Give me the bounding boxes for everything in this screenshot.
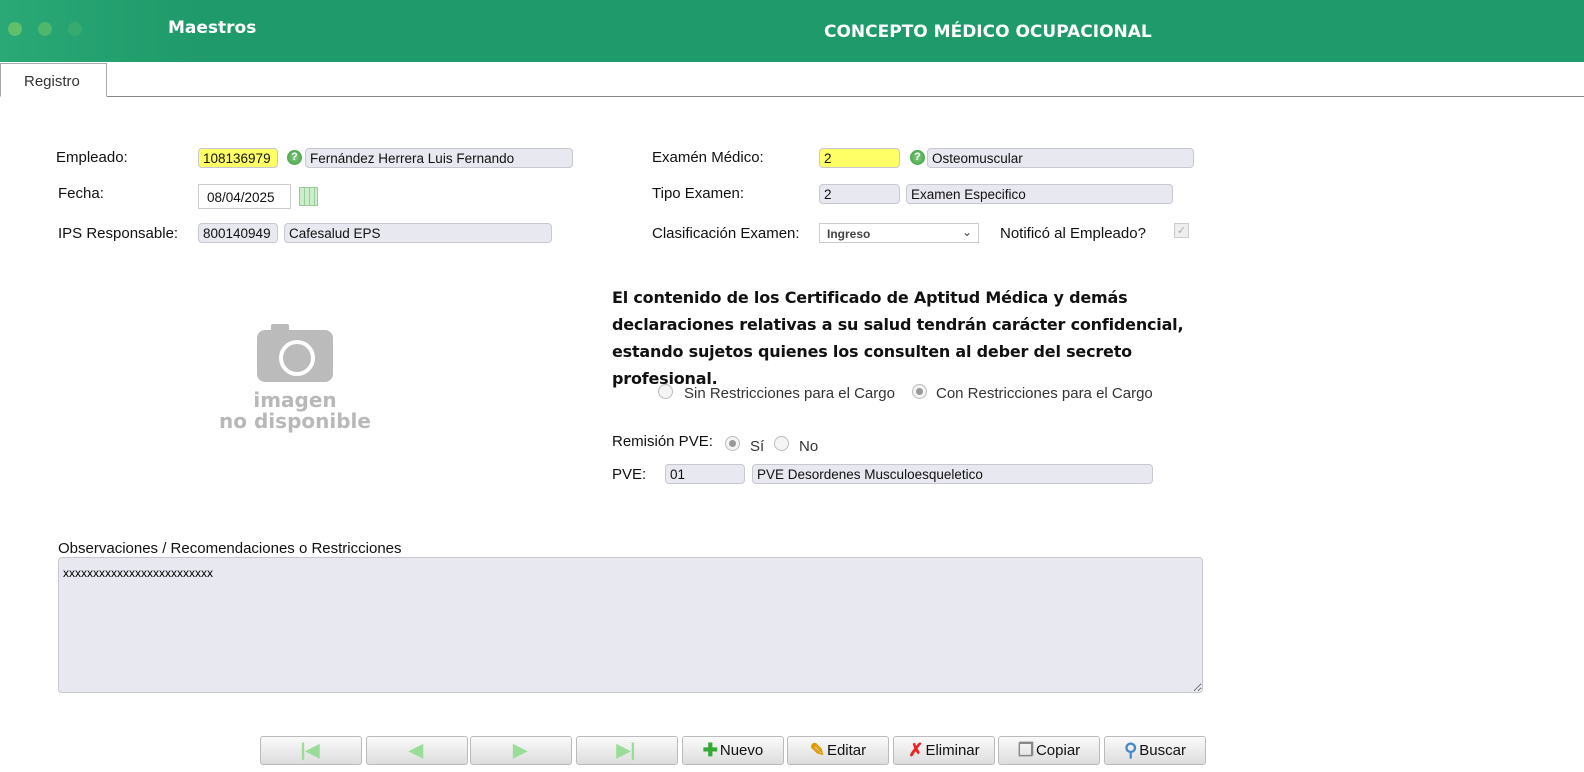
pve-label: PVE: (612, 466, 647, 483)
tab-divider (0, 96, 1584, 97)
tipo-label: Tipo Examen: (652, 185, 744, 202)
examen-name-field: Osteomuscular (927, 148, 1194, 168)
editar-button[interactable]: ✎ Editar (787, 736, 889, 765)
eliminar-label: Eliminar (925, 742, 980, 759)
observaciones-textarea[interactable]: xxxxxxxxxxxxxxxxxxxxxxxxx (58, 557, 1203, 693)
pve-name-field: PVE Desordenes Musculoesqueletico (752, 464, 1153, 484)
section-title: Maestros (168, 18, 257, 38)
notifico-checkbox[interactable]: ✓ (1174, 223, 1189, 238)
page-title: CONCEPTO MÉDICO OCUPACIONAL (824, 22, 1152, 42)
no-image-line2: no disponible (219, 409, 371, 433)
con-restricciones-label: Con Restricciones para el Cargo (936, 385, 1153, 402)
previous-record-button[interactable]: ◀ (366, 736, 468, 765)
remision-label: Remisión PVE: (612, 433, 713, 450)
nuevo-label: Nuevo (719, 742, 764, 759)
tipo-code-input[interactable]: 2 (819, 184, 900, 204)
arrow-left-icon: ◀ (409, 740, 423, 760)
no-image-placeholder: imagen no disponible (210, 324, 380, 433)
fecha-label: Fecha: (58, 185, 104, 202)
remision-si-radio[interactable] (725, 436, 740, 451)
clasificacion-select[interactable]: Ingreso ⌄ (819, 223, 979, 243)
help-icon[interactable]: ? (910, 150, 925, 165)
arrow-right-icon: ▶ (513, 740, 527, 760)
calendar-icon[interactable] (299, 187, 318, 206)
copy-icon: ❐ (1017, 740, 1034, 760)
no-image-line1: imagen (253, 388, 337, 412)
clasificacion-label: Clasificación Examen: (652, 225, 800, 242)
x-icon: ✗ (908, 740, 924, 760)
tipo-name-field: Examen Especifico (906, 184, 1173, 204)
examen-code-input[interactable]: 2 (819, 148, 900, 168)
confidentiality-notice: El contenido de los Certificado de Aptit… (612, 288, 1184, 388)
tab-registro[interactable]: Registro (0, 63, 107, 97)
pencil-icon: ✎ (809, 740, 825, 760)
next-record-button[interactable]: ▶ (470, 736, 572, 765)
con-restricciones-radio[interactable] (912, 384, 927, 399)
remision-si-label: Sí (750, 438, 765, 455)
help-icon[interactable]: ? (287, 150, 302, 165)
sin-restricciones-label: Sin Restricciones para el Cargo (684, 385, 895, 402)
copiar-button[interactable]: ❐ Copiar (998, 736, 1100, 765)
pve-code-input[interactable]: 01 (665, 464, 745, 484)
remision-no-radio[interactable] (774, 436, 789, 451)
last-record-button[interactable]: ▶| (576, 736, 678, 765)
editar-label: Editar (826, 742, 867, 759)
window-dot-icon[interactable] (68, 22, 82, 36)
ips-name-field: Cafesalud EPS (284, 223, 552, 243)
window-dot-icon[interactable] (38, 22, 52, 36)
notifico-label: Notificó al Empleado? (1000, 225, 1146, 242)
empleado-label: Empleado: (56, 149, 128, 166)
clasificacion-value: Ingreso (827, 227, 871, 241)
last-icon: ▶| (616, 740, 636, 760)
first-record-button[interactable]: |◀ (260, 736, 362, 765)
ips-label: IPS Responsable: (58, 225, 179, 242)
first-icon: |◀ (300, 740, 320, 760)
ips-code-input[interactable]: 800140949 (198, 223, 278, 243)
chevron-down-icon: ⌄ (961, 225, 972, 239)
copiar-label: Copiar (1035, 742, 1081, 759)
plus-icon: ✚ (702, 740, 718, 760)
sin-restricciones-radio[interactable] (658, 384, 673, 399)
search-icon: ⚲ (1124, 740, 1138, 760)
nuevo-button[interactable]: ✚ Nuevo (682, 736, 784, 765)
window-dot-icon[interactable] (8, 22, 22, 36)
fecha-input[interactable]: 08/04/2025 (198, 184, 291, 209)
empleado-name-field: Fernández Herrera Luis Fernando (305, 148, 573, 168)
empleado-code-input[interactable]: 108136979 (198, 148, 278, 168)
buscar-label: Buscar (1139, 742, 1186, 759)
camera-icon (257, 324, 333, 382)
app-header: Maestros CONCEPTO MÉDICO OCUPACIONAL (0, 0, 1584, 62)
eliminar-button[interactable]: ✗ Eliminar (893, 736, 995, 765)
buscar-button[interactable]: ⚲ Buscar (1104, 736, 1206, 765)
observaciones-label: Observaciones / Recomendaciones o Restri… (58, 540, 402, 557)
remision-no-label: No (799, 438, 819, 455)
examen-label: Examén Médico: (652, 149, 764, 166)
